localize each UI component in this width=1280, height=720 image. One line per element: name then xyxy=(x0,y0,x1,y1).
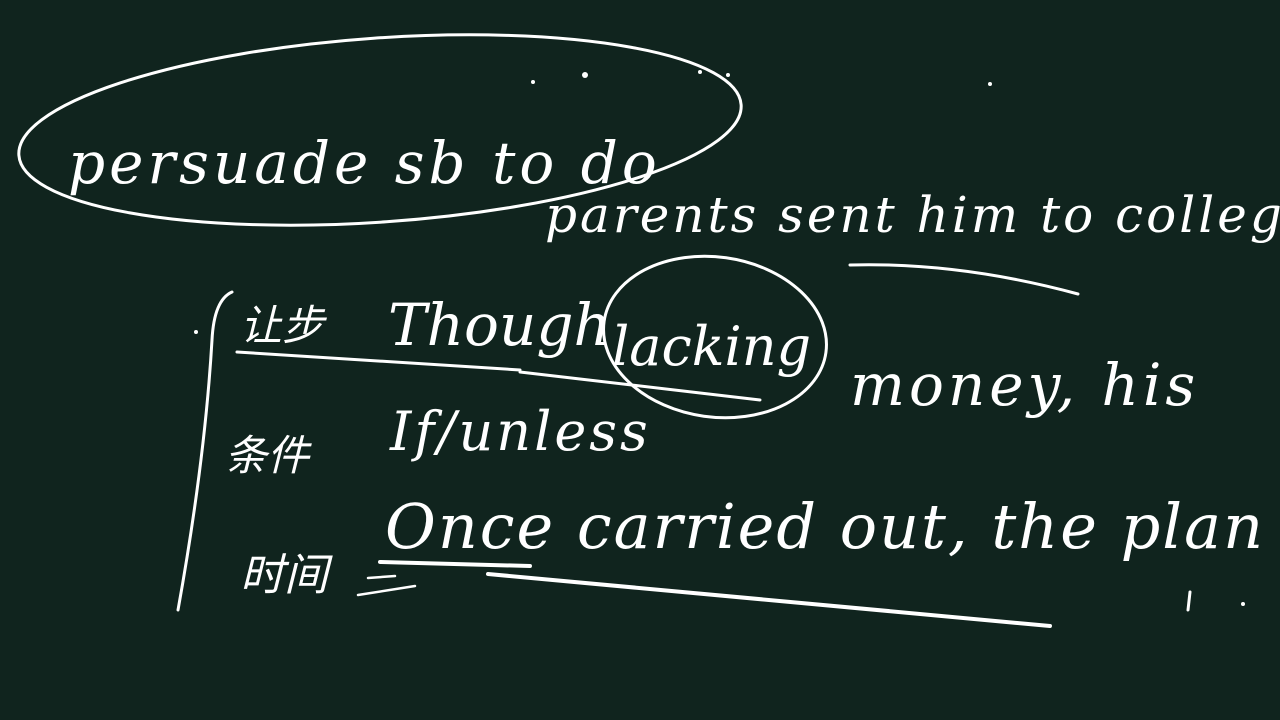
cond3-text: Once carried out, the plan xyxy=(385,490,1265,563)
lacking-text: lacking xyxy=(612,315,811,378)
money-text: money, his xyxy=(850,351,1199,419)
cond3-underline xyxy=(378,560,1052,628)
handwriting-layer: persuade sb to do parents sent him to co… xyxy=(17,33,1280,628)
tick-mark xyxy=(1186,590,1192,612)
cond2-text: If/unless xyxy=(389,400,651,463)
sentence1-text: parents sent him to college. xyxy=(545,186,1280,244)
cond3-label: 时间 xyxy=(240,550,333,601)
cond1-label: 让步 xyxy=(240,301,327,350)
blackboard-canvas: persuade sb to do parents sent him to co… xyxy=(0,0,1280,720)
cond1-text: Though xyxy=(388,291,611,359)
cond2-label: 条件 xyxy=(225,431,312,480)
arrow-stroke xyxy=(848,263,1080,296)
left-bracket xyxy=(176,290,234,612)
cond3-label-marks xyxy=(356,574,417,597)
